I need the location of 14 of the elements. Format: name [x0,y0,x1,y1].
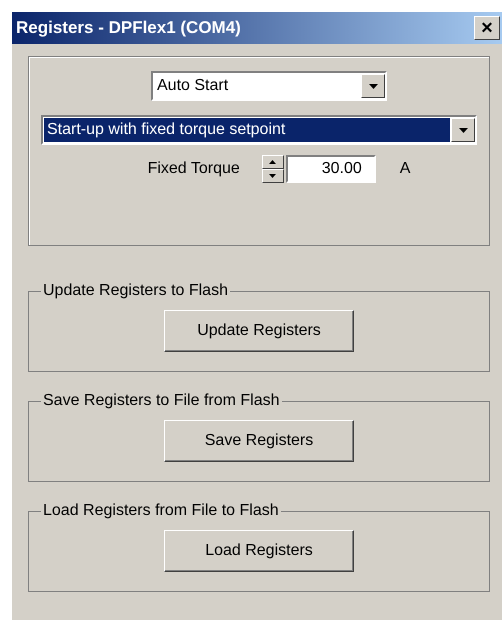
window-title: Registers - DPFlex1 (COM4) [16,18,241,38]
action-button[interactable]: Update Registers [164,310,354,352]
fixed-torque-label: Fixed Torque [148,160,240,178]
action-button[interactable]: Save Registers [164,420,354,462]
group-title: Load Registers from File to Flash [42,502,280,520]
group-title: Update Registers to Flash [42,282,229,300]
spin-buttons[interactable] [262,155,284,183]
mode-dropdown[interactable]: Auto Start [151,71,387,101]
startup-dropdown[interactable]: Start-up with fixed torque setpoint [41,115,477,145]
action-button[interactable]: Load Registers [164,530,354,572]
unit-label: A [400,160,410,178]
fixed-torque-input[interactable]: 30.00 [286,155,376,183]
group-title: Save Registers to File from Flash [42,392,281,410]
close-button[interactable]: × [474,16,500,40]
